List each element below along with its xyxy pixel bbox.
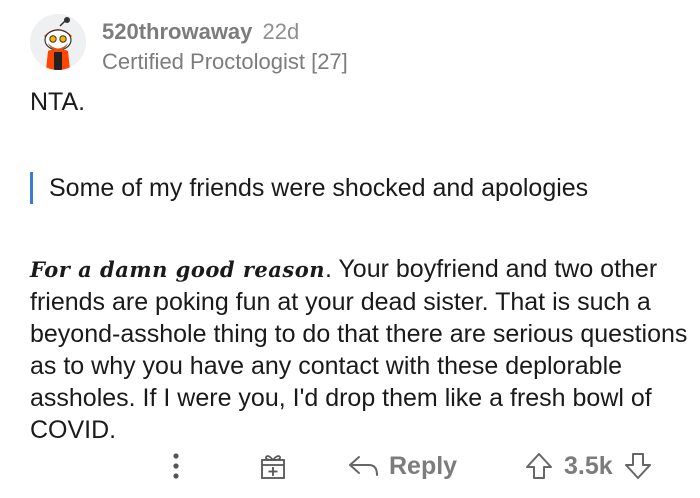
reply-arrow-icon [349, 456, 378, 476]
comment-age: 22d [262, 19, 300, 44]
verdict-text: NTA. [30, 88, 86, 116]
action-bar: Reply 3.5k [0, 448, 700, 484]
downvote-button[interactable] [623, 451, 653, 481]
user-flair: Certified Proctologist [27] [102, 49, 348, 74]
paragraph-text: . Your boyfriend and two other friends a… [30, 255, 688, 444]
downvote-arrow-icon [624, 453, 651, 479]
comment-body: NTA. Some of my friends were shocked and… [30, 86, 688, 446]
username[interactable]: 520throwaway [102, 19, 252, 44]
award-icon [261, 455, 285, 479]
upvote-button[interactable] [524, 451, 554, 481]
comment-meta: 520throwaway 22d Certified Proctologist … [102, 18, 348, 76]
vote-controls: 3.5k [524, 448, 653, 484]
block-quote: Some of my friends were shocked and apol… [30, 172, 688, 204]
snoo-avatar-icon [30, 14, 86, 70]
more-options-button[interactable] [168, 448, 184, 484]
reply-button[interactable]: Reply [347, 448, 457, 484]
author-line: 520throwaway 22d [102, 18, 348, 46]
comment-paragraph: For a damn good reason. Your boyfriend a… [30, 253, 688, 446]
vote-score: 3.5k [564, 451, 613, 480]
reply-label: Reply [389, 451, 458, 480]
more-options-icon [173, 453, 179, 479]
avatar[interactable] [30, 14, 86, 70]
upvote-arrow-icon [526, 453, 552, 479]
comment-header: 520throwaway 22d Certified Proctologist … [30, 14, 348, 78]
emphasis-text: For a damn good reason [30, 257, 325, 282]
award-button[interactable] [258, 448, 288, 484]
